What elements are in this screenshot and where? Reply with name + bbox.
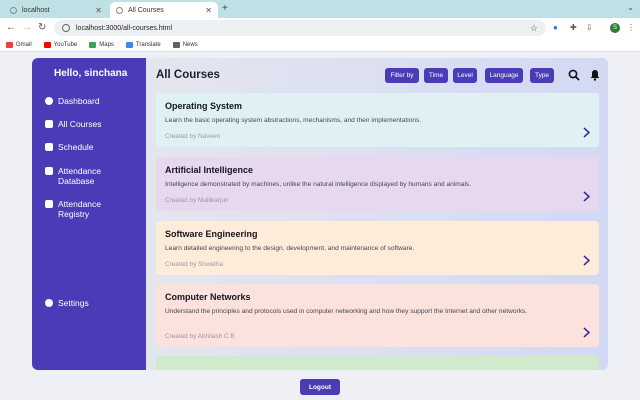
translate-icon	[125, 41, 133, 48]
bookmark-youtube[interactable]: YouTube	[43, 41, 77, 48]
database-icon	[45, 167, 53, 175]
course-title: Artificial Intelligence	[165, 165, 254, 175]
course-description: Intelligence demonstrated by machines, u…	[165, 181, 472, 188]
profile-avatar[interactable]: S	[610, 23, 620, 33]
filter-type-button[interactable]: Type	[530, 68, 554, 83]
youtube-icon	[43, 41, 51, 48]
logout-button[interactable]: Logout	[300, 379, 340, 395]
sidebar-item-label: Attendance Database	[58, 166, 102, 186]
course-card-artificial-intelligence[interactable]: Artificial Intelligence Intelligence dem…	[156, 157, 599, 211]
url-text: localhost:3000/all-courses.html	[76, 24, 173, 32]
sidebar-item-attendance-database[interactable]: Attendance Database	[45, 166, 125, 186]
sidebar-item-dashboard[interactable]: Dashboard	[45, 96, 100, 106]
app-container: Hello, sinchana Dashboard All Courses Sc…	[32, 58, 608, 370]
filter-time-button[interactable]: Time	[424, 68, 448, 83]
bookmarks-bar: Gmail YouTube Maps Translate News	[0, 38, 640, 52]
sidebar-item-settings[interactable]: Settings	[45, 298, 89, 308]
course-author: Created by Mallikarjun	[165, 197, 229, 204]
site-info-icon[interactable]	[62, 24, 70, 32]
bookmark-news[interactable]: News	[172, 41, 198, 48]
course-description: Learn the basic operating system abstrac…	[165, 117, 422, 124]
dashboard-icon	[45, 97, 53, 105]
address-bar[interactable]: localhost:3000/all-courses.html ☆	[54, 20, 546, 36]
search-icon[interactable]	[568, 69, 580, 81]
filter-level-button[interactable]: Level	[453, 68, 477, 83]
filter-by-button[interactable]: Filter by	[385, 68, 419, 83]
greeting: Hello, sinchana	[54, 68, 128, 79]
course-title: Computer Networks	[165, 292, 251, 302]
filter-language-button[interactable]: Language	[485, 68, 523, 83]
sidebar-item-label: Schedule	[58, 142, 94, 152]
main-content: All Courses Filter by Time Level Languag…	[146, 58, 608, 370]
course-title: Software Engineering	[165, 229, 258, 239]
extension-icon[interactable]: ●	[553, 23, 558, 32]
bookmark-gmail[interactable]: Gmail	[6, 41, 32, 48]
book-icon	[45, 120, 53, 128]
chevron-right-icon[interactable]	[583, 127, 590, 138]
sidebar-item-attendance-registry[interactable]: Attendance Registry	[45, 199, 125, 219]
sidebar-item-label: Dashboard	[58, 96, 100, 106]
browser-tab-all-courses[interactable]: All Courses ✕	[110, 2, 218, 18]
download-icon[interactable]: ⇩	[586, 23, 593, 32]
page-title: All Courses	[156, 69, 220, 81]
course-card-software-engineering[interactable]: Software Engineering Learn detailed engi…	[156, 221, 599, 275]
sidebar-item-label: Attendance Registry	[58, 199, 102, 219]
globe-icon	[116, 6, 123, 14]
course-author: Created by Naveen	[165, 133, 221, 140]
gear-icon	[45, 299, 53, 307]
sidebar-item-label: Settings	[58, 298, 89, 308]
course-card-partial[interactable]	[156, 356, 599, 370]
puzzle-icon[interactable]: ✚	[570, 23, 577, 32]
sidebar-item-all-courses[interactable]: All Courses	[45, 119, 101, 129]
reload-icon[interactable]: ↻	[38, 22, 46, 34]
tab-title: localhost	[22, 6, 50, 14]
course-title: Operating System	[165, 101, 243, 111]
sidebar: Hello, sinchana Dashboard All Courses Sc…	[32, 58, 146, 370]
chevron-down-icon[interactable]: ⌄	[627, 3, 634, 12]
browser-tab-localhost[interactable]: localhost ✕	[4, 2, 108, 18]
close-icon[interactable]: ✕	[205, 6, 212, 15]
globe-icon	[10, 6, 17, 14]
sidebar-item-schedule[interactable]: Schedule	[45, 142, 93, 152]
new-tab-icon[interactable]: +	[222, 3, 228, 14]
course-author: Created by Shwetha	[165, 261, 223, 268]
browser-toolbar: ← → ↻ localhost:3000/all-courses.html ☆ …	[0, 18, 640, 38]
sidebar-item-label: All Courses	[58, 119, 102, 129]
course-description: Understand the principles and protocols …	[165, 308, 528, 315]
bell-icon[interactable]	[589, 69, 601, 81]
course-card-operating-system[interactable]: Operating System Learn the basic operati…	[156, 93, 599, 147]
close-icon[interactable]: ✕	[95, 6, 102, 15]
chevron-right-icon[interactable]	[583, 255, 590, 266]
forward-icon[interactable]: →	[22, 22, 32, 34]
course-card-computer-networks[interactable]: Computer Networks Understand the princip…	[156, 284, 599, 347]
calendar-icon	[45, 143, 53, 151]
maps-icon	[89, 41, 97, 48]
browser-tab-bar: localhost ✕ All Courses ✕ + ⌄	[0, 0, 640, 18]
chevron-right-icon[interactable]	[583, 191, 590, 202]
gmail-icon	[6, 41, 13, 48]
bookmark-translate[interactable]: Translate	[125, 41, 161, 48]
course-description: Learn detailed engineering to the design…	[165, 245, 415, 252]
star-icon[interactable]: ☆	[530, 23, 538, 34]
menu-icon[interactable]: ⋮	[627, 23, 635, 32]
tab-title: All Courses	[128, 6, 164, 14]
news-icon	[172, 41, 180, 48]
clipboard-icon	[45, 200, 53, 208]
bookmark-maps[interactable]: Maps	[89, 41, 114, 48]
course-author: Created by Abhilash C B	[165, 333, 235, 340]
back-icon[interactable]: ←	[6, 22, 16, 34]
chevron-right-icon[interactable]	[583, 327, 590, 338]
